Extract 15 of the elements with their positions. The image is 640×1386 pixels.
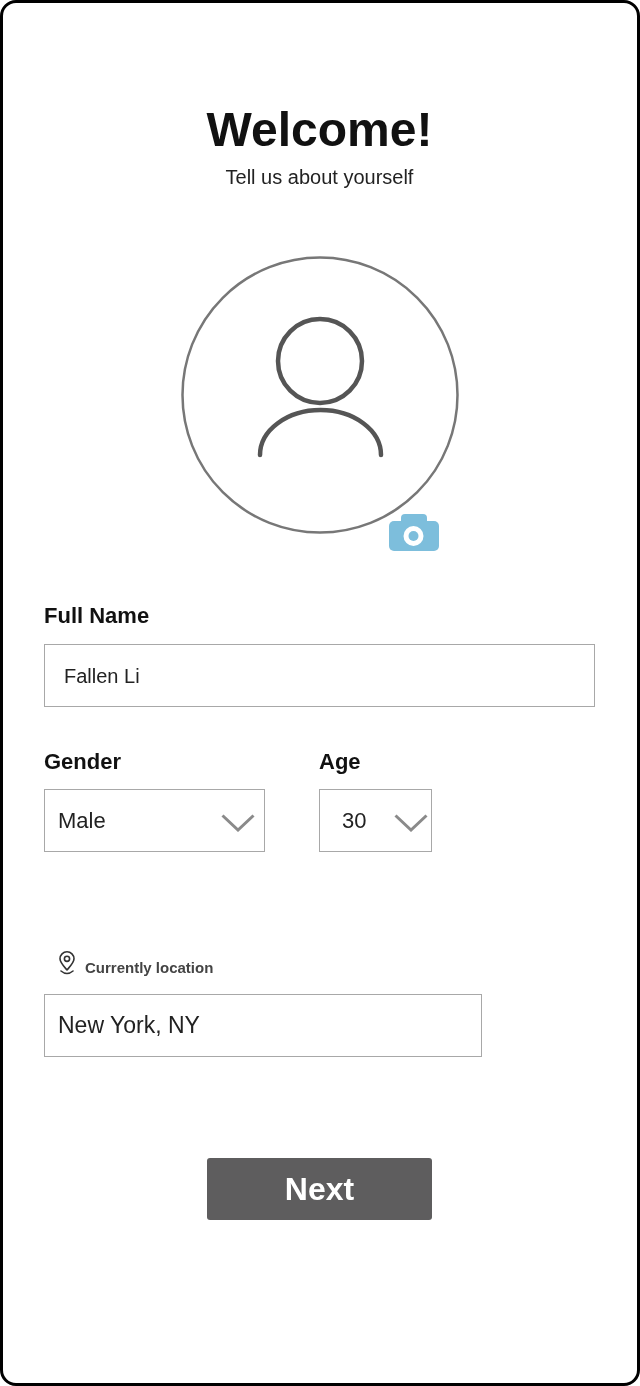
- chevron-down-icon: [394, 813, 428, 832]
- gender-dropdown[interactable]: Male: [44, 789, 265, 852]
- location-label: Currently location: [85, 960, 214, 975]
- age-label: Age: [319, 751, 361, 773]
- subtitle-text: Tell us about yourself: [225, 167, 414, 187]
- age-dropdown[interactable]: 30: [319, 789, 432, 852]
- chevron-down-icon: [221, 813, 255, 832]
- location-pin-icon: [57, 951, 77, 975]
- gender-label: Gender: [44, 751, 122, 773]
- next-button[interactable]: Next: [207, 1158, 432, 1220]
- full-name-field[interactable]: Fallen Li: [44, 644, 595, 707]
- location-field[interactable]: New York, NY: [44, 994, 482, 1057]
- welcome-title: Welcome!: [206, 106, 433, 154]
- camera-icon[interactable]: [388, 514, 439, 551]
- full-name-label: Full Name: [44, 605, 150, 627]
